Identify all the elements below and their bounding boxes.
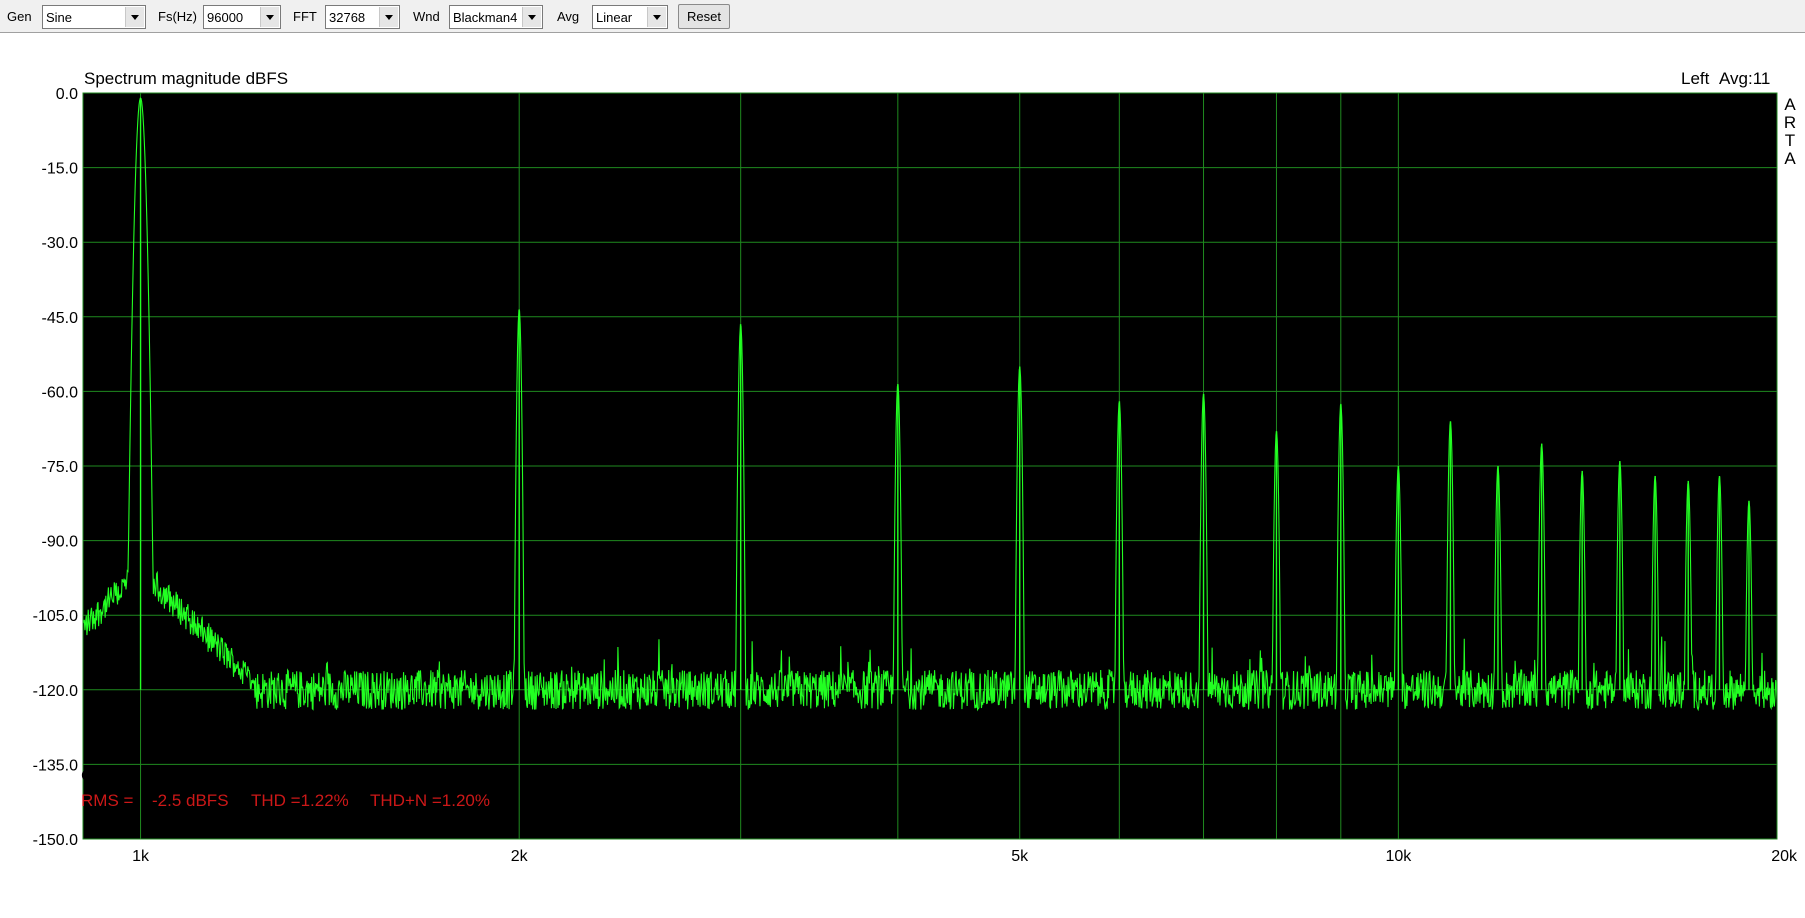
y-tick-label: -60.0 [42, 384, 79, 401]
avg-select-value: Linear [596, 10, 633, 25]
y-tick-label: -120.0 [33, 683, 78, 700]
rms-label: RMS = [81, 791, 134, 810]
y-tick-label: -105.0 [33, 608, 78, 625]
x-axis-title: Frequency(Hz) [1671, 766, 1777, 783]
y-tick-label: -15.0 [42, 161, 79, 178]
rms-value: -2.5 dBFS [152, 791, 229, 810]
x-tick-label: 10k [1385, 848, 1412, 865]
x-axis: 1k 2k 5k 10k 20k [132, 848, 1798, 865]
chevron-down-icon[interactable] [379, 7, 398, 27]
avg-select[interactable]: Linear [592, 5, 668, 29]
spectrum-chart[interactable]: Spectrum magnitude dBFS Left Avg:11 0.0 -… [0, 34, 1805, 918]
fft-select-value: 32768 [329, 10, 366, 25]
toolbar: Gen Sine Fs(Hz) 96000 FFT 32768 Wnd Blac… [0, 0, 1805, 33]
fft-label: FFT [293, 9, 317, 24]
y-tick-label: -45.0 [42, 310, 79, 327]
thd-value: THD =1.22% [251, 791, 349, 810]
avg-count-label: Avg:11 [1719, 69, 1770, 88]
chevron-down-icon[interactable] [260, 7, 279, 27]
cursor-label: Cursor: [81, 766, 137, 785]
y-axis: 0.0 -15.0 -30.0 -45.0 -60.0 -75.0 -90.0 -105.0 -… [33, 86, 78, 849]
channel-label: Left [1681, 69, 1710, 88]
arta-spectrum-window: Gen Sine Fs(Hz) 96000 FFT 32768 Wnd Blac… [0, 0, 1805, 918]
avg-label: Avg [557, 9, 580, 24]
chevron-down-icon[interactable] [522, 7, 541, 27]
x-tick-label: 5k [1011, 848, 1029, 865]
y-tick-label: -75.0 [42, 459, 79, 476]
gen-label: Gen [7, 9, 32, 24]
chevron-down-icon[interactable] [647, 7, 666, 27]
fs-label: Fs(Hz) [158, 9, 197, 24]
x-tick-label: 2k [511, 848, 529, 865]
y-tick-label: 0.0 [56, 86, 78, 103]
x-tick-label: 20k [1771, 848, 1798, 865]
y-tick-label: -150.0 [33, 832, 78, 849]
gen-select[interactable]: Sine [42, 5, 146, 29]
wnd-select-value: Blackman4 [453, 10, 518, 25]
gen-select-value: Sine [46, 10, 73, 25]
wnd-label: Wnd [413, 9, 440, 24]
y-tick-label: -135.0 [33, 757, 78, 774]
arta-brand: ARTA [1784, 95, 1796, 168]
thdn-value: THD+N =1.20% [370, 791, 490, 810]
spectrum-chart-panel: Spectrum magnitude dBFS Left Avg:11 0.0 -… [0, 34, 1805, 918]
y-tick-label: -90.0 [42, 534, 79, 551]
wnd-select[interactable]: Blackman4 [449, 5, 543, 29]
fft-select[interactable]: 32768 [325, 5, 400, 29]
cursor-readout: 902.3 Hz, -114.37 dB [158, 766, 317, 785]
reset-button[interactable]: Reset [678, 4, 730, 29]
y-tick-label: -30.0 [42, 235, 79, 252]
fs-select-value: 96000 [207, 10, 244, 25]
chart-title: Spectrum magnitude dBFS [84, 69, 288, 88]
fs-select[interactable]: 96000 [203, 5, 281, 29]
brand-letter: A [1784, 149, 1796, 168]
brand-letter: T [1785, 131, 1795, 150]
brand-letter: R [1784, 113, 1796, 132]
x-tick-label: 1k [132, 848, 150, 865]
chevron-down-icon[interactable] [125, 7, 144, 27]
brand-letter: A [1784, 95, 1796, 114]
